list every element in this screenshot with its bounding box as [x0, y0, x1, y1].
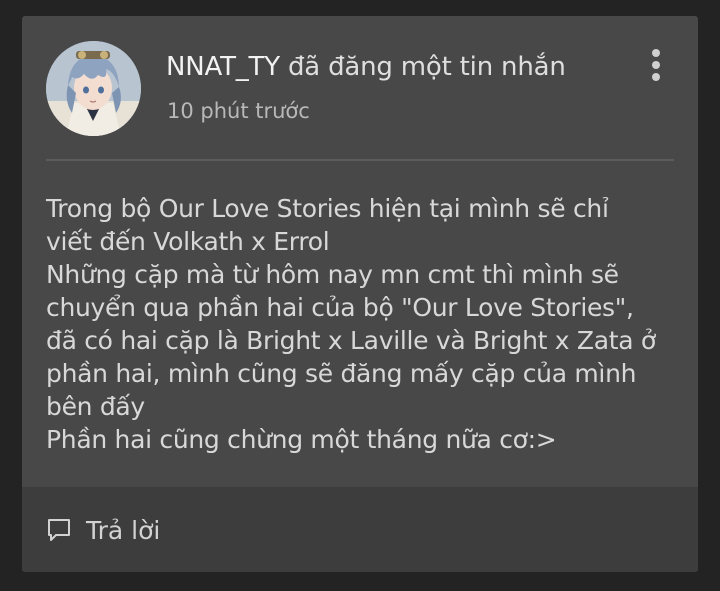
post-timestamp: 10 phút trước	[167, 99, 310, 123]
body-line: phần hai, mình cũng sẽ đăng mấy cặp của …	[46, 359, 637, 388]
card-footer: Trả lời	[22, 487, 698, 572]
author-action: đã đăng một tin nhắn	[288, 52, 566, 82]
reply-button[interactable]: Trả lời	[46, 515, 160, 545]
header-divider	[46, 159, 674, 161]
message-body: Trong bộ Our Love Stories hiện tại mình …	[46, 192, 676, 456]
body-line: Những cặp mà từ hôm nay mn cmt thì mình …	[46, 260, 619, 289]
user-avatar[interactable]	[46, 41, 141, 136]
body-line: đã có hai cặp là Bright x Laville và Bri…	[46, 326, 656, 355]
reply-label: Trả lời	[86, 515, 161, 545]
card-header: NNAT_TY đã đăng một tin nhắn 10 phút trư…	[22, 16, 698, 161]
more-options-button[interactable]	[648, 49, 664, 87]
body-line: chuyển qua phần hai của bộ "Our Love Sto…	[46, 293, 634, 322]
body-line: Phần hai cũng chừng một tháng nữa cơ:>	[46, 425, 557, 454]
more-vertical-icon	[648, 49, 664, 81]
message-card: NNAT_TY đã đăng một tin nhắn 10 phút trư…	[22, 16, 698, 572]
avatar-image	[46, 41, 141, 136]
body-line: Trong bộ Our Love Stories hiện tại mình …	[46, 194, 609, 223]
author-name[interactable]: NNAT_TY	[166, 52, 280, 82]
body-line: viết đến Volkath x Errol	[46, 227, 330, 256]
body-line: bên đấy	[46, 392, 145, 421]
author-line: NNAT_TY đã đăng một tin nhắn	[166, 52, 566, 82]
speech-bubble-icon	[48, 519, 70, 541]
